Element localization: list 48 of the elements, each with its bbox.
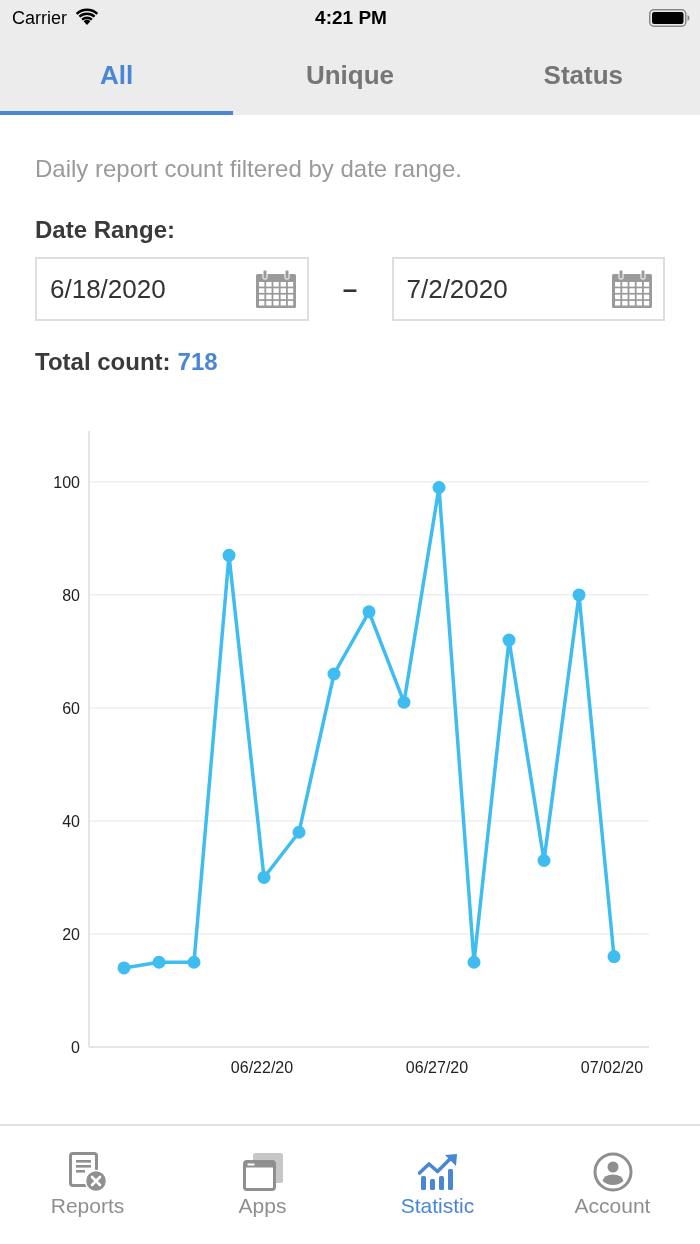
y-tick-label: 80 <box>62 586 80 604</box>
data-point <box>607 950 621 964</box>
x-tick-label: 07/02/20 <box>580 1059 644 1076</box>
segment-tab[interactable]: Status <box>466 36 700 115</box>
user-circle-icon <box>592 1152 633 1192</box>
data-point <box>572 588 586 602</box>
y-tick-label: 20 <box>62 925 80 943</box>
data-point <box>187 955 201 969</box>
y-tick-label: 0 <box>71 1039 80 1056</box>
date-range-label: Date Range: <box>35 215 177 245</box>
data-point <box>327 667 341 681</box>
start-date-field[interactable]: 6/18/2020 <box>35 257 309 321</box>
data-point <box>432 481 446 494</box>
data-point <box>222 548 236 562</box>
total-count-value: 718 <box>177 348 218 375</box>
y-tick-label: 100 <box>53 473 80 491</box>
tab-bar-item[interactable]: Apps <box>175 1126 350 1244</box>
date-separator: – <box>342 273 358 305</box>
battery-icon <box>649 9 690 27</box>
x-tick-label: 06/22/20 <box>230 1059 294 1076</box>
total-count-label: Total count: <box>35 348 171 375</box>
segment-tab[interactable]: All <box>0 36 234 115</box>
y-tick-label: 60 <box>62 699 80 717</box>
segment-tab[interactable]: Unique <box>233 36 467 115</box>
windows-icon <box>242 1152 283 1192</box>
data-point <box>502 633 516 647</box>
description-text: Daily report count filtered by date range. <box>35 154 463 184</box>
calendar-icon[interactable] <box>612 270 652 308</box>
data-point <box>152 955 166 969</box>
data-point <box>362 605 376 619</box>
tab-bar-item[interactable]: Reports <box>0 1126 175 1244</box>
status-time: 4:21 PM <box>315 7 387 29</box>
x-tick-label: 06/27/20 <box>405 1059 469 1076</box>
wifi-icon <box>75 7 99 25</box>
end-date-field[interactable]: 7/2/2020 <box>391 257 665 321</box>
data-point <box>467 955 481 969</box>
data-point <box>117 961 131 975</box>
data-point <box>397 695 411 709</box>
document-x-icon <box>68 1152 107 1192</box>
carrier-name: Carrier <box>12 7 67 29</box>
y-tick-label: 40 <box>62 812 80 830</box>
calendar-icon[interactable] <box>255 270 296 308</box>
tab-bar-item[interactable]: Statistic <box>350 1126 525 1244</box>
data-point <box>537 854 551 867</box>
data-point <box>292 825 306 839</box>
data-point <box>257 870 271 884</box>
chart-trend-icon <box>417 1152 458 1192</box>
tab-bar-item[interactable]: Account <box>525 1126 700 1244</box>
